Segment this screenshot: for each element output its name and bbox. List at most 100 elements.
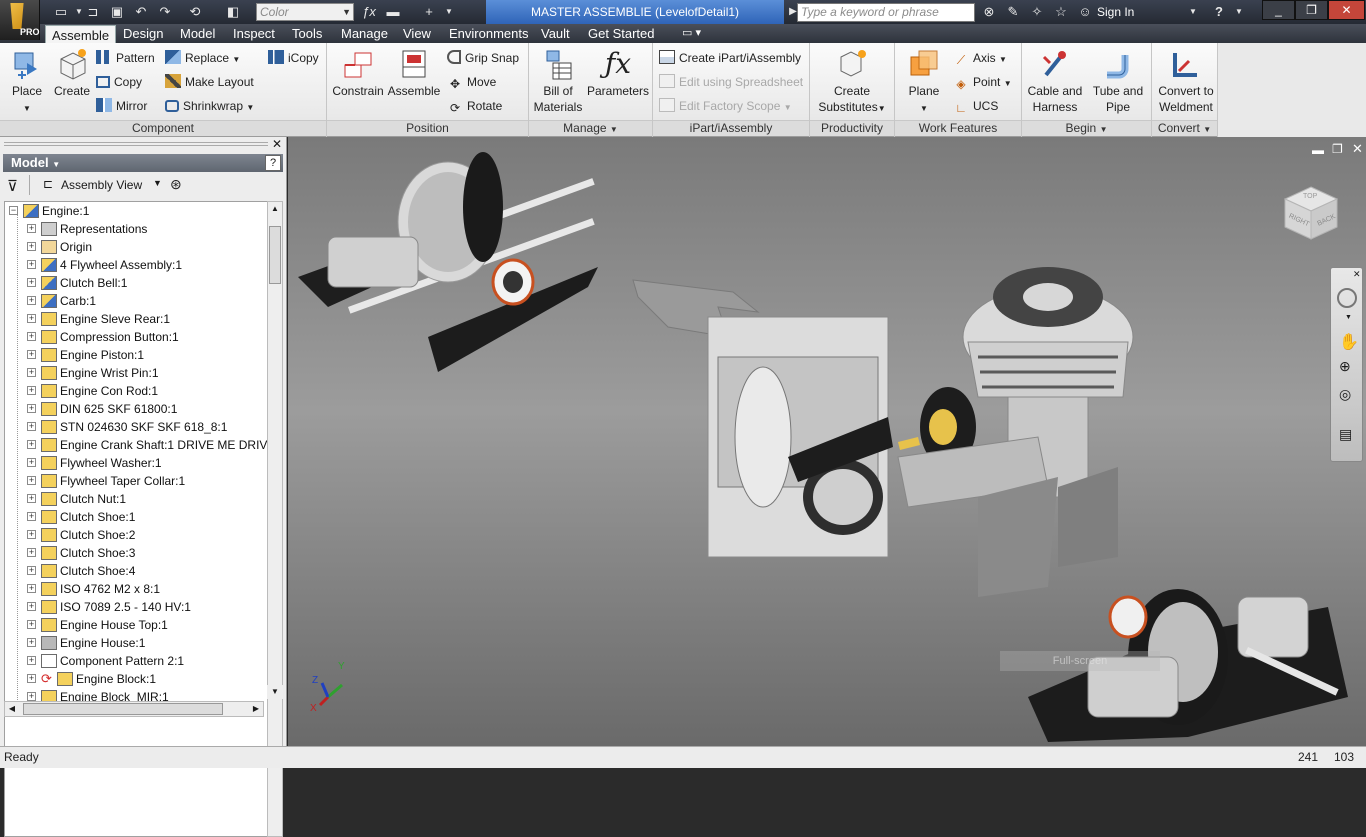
expand-icon[interactable]: +: [27, 296, 36, 305]
cable-harness-button[interactable]: Cable and Harness: [1024, 47, 1086, 115]
expand-icon[interactable]: +: [27, 620, 36, 629]
pan-icon[interactable]: ✋: [1339, 332, 1359, 352]
expand-icon[interactable]: +: [27, 566, 36, 575]
tree-row[interactable]: + ISO 7089 2.5 - 140 HV:1: [5, 598, 267, 616]
expand-icon[interactable]: +: [27, 458, 36, 467]
tree-row[interactable]: + Clutch Shoe:3: [5, 544, 267, 562]
tree-row[interactable]: + Engine Sleve Rear:1: [5, 310, 267, 328]
scroll-up-icon[interactable]: ▲: [268, 202, 282, 216]
ribbon-display-toggle-icon[interactable]: ▭ ▾: [676, 24, 707, 43]
begin-panel-label[interactable]: Begin ▼: [1022, 120, 1151, 136]
redo-icon[interactable]: ↷: [156, 3, 174, 20]
plus-icon[interactable]: +: [420, 3, 438, 20]
expand-icon[interactable]: +: [27, 512, 36, 521]
edit-factory-scope-button[interactable]: Edit Factory Scope ▼: [659, 97, 792, 115]
browser-grip[interactable]: [4, 142, 268, 146]
graphics-viewport[interactable]: Y X Z ▬ ❐ ✕ TOP RIGHT BACK Full-screen: [288, 137, 1366, 746]
tree-row[interactable]: + Compression Button:1: [5, 328, 267, 346]
mirror-button[interactable]: Mirror: [96, 97, 147, 115]
application-menu-button[interactable]: PRO: [0, 0, 40, 40]
chevron-down-icon[interactable]: ▼: [1230, 3, 1248, 20]
assemble-button[interactable]: Assemble: [387, 47, 441, 99]
tree-row[interactable]: + DIN 625 SKF 61800:1: [5, 400, 267, 418]
expand-icon[interactable]: +: [27, 224, 36, 233]
vertical-scrollbar[interactable]: ▲: [267, 201, 283, 837]
tree-row[interactable]: + Engine House:1: [5, 634, 267, 652]
tab-environments[interactable]: Environments: [443, 24, 534, 43]
expand-icon[interactable]: +: [27, 260, 36, 269]
expand-icon[interactable]: +: [27, 692, 36, 701]
tree-row[interactable]: − Engine:1: [5, 202, 267, 220]
fx-icon[interactable]: ƒx: [360, 3, 378, 20]
tree-row[interactable]: + ISO 4762 M2 x 8:1: [5, 580, 267, 598]
plane-button[interactable]: Plane ▼: [901, 47, 947, 117]
tree-row[interactable]: + Engine Con Rod:1: [5, 382, 267, 400]
assembly-view-select[interactable]: Assembly View: [61, 178, 142, 192]
expand-icon[interactable]: +: [27, 656, 36, 665]
expand-icon[interactable]: +: [27, 530, 36, 539]
create-substitutes-button[interactable]: Create Substitutes▼: [816, 47, 888, 117]
expand-icon[interactable]: +: [27, 314, 36, 323]
expand-icon[interactable]: +: [27, 422, 36, 431]
look-at-icon[interactable]: ▤: [1339, 426, 1352, 443]
tree-row[interactable]: + Flywheel Washer:1: [5, 454, 267, 472]
measure-icon[interactable]: ▬: [384, 3, 402, 20]
place-button[interactable]: Place ▼: [6, 47, 48, 117]
expand-icon[interactable]: +: [27, 242, 36, 251]
filter-icon[interactable]: ⊽: [7, 177, 18, 195]
parameters-button[interactable]: ƒx Parameters: [587, 47, 649, 99]
constrain-button[interactable]: Constrain: [331, 47, 385, 99]
update-icon[interactable]: ⟲: [186, 3, 204, 20]
create-ipart-button[interactable]: Create iPart/iAssembly: [659, 49, 801, 67]
ucs-button[interactable]: ∟ UCS: [953, 97, 998, 115]
copy-button[interactable]: Copy: [96, 73, 142, 91]
wrench-icon[interactable]: ✎: [1004, 3, 1022, 20]
tree-row[interactable]: + STN 024630 SKF SKF 618_8:1: [5, 418, 267, 436]
browser-header[interactable]: Model ▼: [3, 154, 283, 172]
chevron-down-icon[interactable]: ▼: [1345, 314, 1352, 321]
collapse-icon[interactable]: −: [9, 206, 18, 215]
tab-manage[interactable]: Manage: [335, 24, 394, 43]
chevron-down-icon[interactable]: ▼: [1184, 3, 1202, 20]
shrinkwrap-button[interactable]: Shrinkwrap ▼: [165, 97, 254, 115]
open-icon[interactable]: ⊐: [84, 3, 102, 20]
scroll-down-icon[interactable]: ▼: [267, 685, 283, 699]
convert-to-weldment-button[interactable]: Convert to Weldment: [1154, 47, 1218, 115]
viewcube[interactable]: TOP RIGHT BACK: [1281, 183, 1341, 243]
tab-design[interactable]: Design: [117, 24, 169, 43]
expand-icon[interactable]: +: [27, 638, 36, 647]
tree-row[interactable]: + Flywheel Taper Collar:1: [5, 472, 267, 490]
expand-icon[interactable]: +: [27, 332, 36, 341]
rotate-button[interactable]: ⟳ Rotate: [447, 97, 502, 115]
viewport-restore-icon[interactable]: ❐: [1332, 142, 1343, 156]
binoculars-icon[interactable]: ⊗: [980, 3, 998, 20]
tree-row[interactable]: + Engine Piston:1: [5, 346, 267, 364]
create-component-button[interactable]: Create: [52, 47, 92, 99]
tree-row[interactable]: + Origin: [5, 238, 267, 256]
move-button[interactable]: ✥ Move: [447, 73, 496, 91]
tree-row[interactable]: + Clutch Bell:1: [5, 274, 267, 292]
zoom-icon[interactable]: ⊕: [1339, 358, 1351, 375]
make-layout-button[interactable]: Make Layout: [165, 73, 254, 91]
new-icon[interactable]: ▭: [52, 3, 70, 20]
steering-wheel-icon[interactable]: [1337, 288, 1357, 308]
scroll-left-icon[interactable]: ◀: [5, 702, 19, 716]
expand-icon[interactable]: +: [27, 548, 36, 557]
search-input[interactable]: Type a keyword or phrase: [797, 3, 975, 22]
tab-vault[interactable]: Vault: [535, 24, 576, 43]
viewport-minimize-icon[interactable]: ▬: [1312, 143, 1324, 157]
tab-tools[interactable]: Tools: [286, 24, 328, 43]
point-button[interactable]: ◈ Point ▼: [953, 73, 1011, 91]
tree-row[interactable]: + Engine House Top:1: [5, 616, 267, 634]
close-icon[interactable]: ✕: [1353, 269, 1361, 280]
viewport-close-icon[interactable]: ✕: [1352, 141, 1363, 157]
tab-view[interactable]: View: [397, 24, 437, 43]
scroll-right-icon[interactable]: ▶: [249, 702, 263, 716]
expand-icon[interactable]: +: [27, 494, 36, 503]
minimize-button[interactable]: _: [1262, 0, 1295, 20]
expand-icon[interactable]: +: [27, 386, 36, 395]
expand-icon[interactable]: +: [27, 584, 36, 593]
tree-row[interactable]: + Clutch Shoe:1: [5, 508, 267, 526]
tree-row[interactable]: + Engine Crank Shaft:1 DRIVE ME DRIVE ME: [5, 436, 267, 454]
tree-row[interactable]: + Carb:1: [5, 292, 267, 310]
